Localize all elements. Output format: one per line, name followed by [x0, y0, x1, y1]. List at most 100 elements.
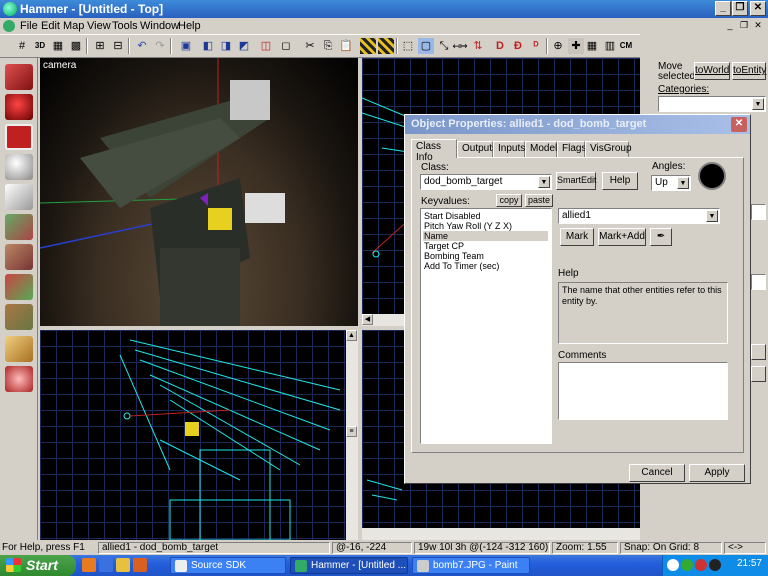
menu-view[interactable]: View [87, 20, 111, 32]
task-paint[interactable]: bomb7.JPG - Paint [412, 557, 530, 574]
redo-icon[interactable]: ↷ [152, 38, 168, 54]
copy-button[interactable]: copy [496, 194, 522, 207]
keyvalue-row[interactable]: Bombing Team [423, 251, 548, 261]
tab-flags[interactable]: Flags [557, 141, 586, 157]
mark-button[interactable]: Mark [560, 228, 594, 246]
tab-model[interactable]: Model [525, 141, 557, 157]
folder-icon[interactable] [116, 558, 130, 572]
undo-icon[interactable]: ↶ [134, 38, 150, 54]
scroll-up-button[interactable]: ▲ [346, 330, 357, 341]
task-source-sdk[interactable]: Source SDK [170, 557, 286, 574]
camera-tool-icon[interactable] [5, 124, 33, 150]
group-icon[interactable]: ⊟ [110, 38, 126, 54]
grid-smaller-icon[interactable]: ▦ [50, 38, 66, 54]
front-viewport[interactable]: ▲ ≡ [40, 330, 358, 540]
mark-add-button[interactable]: Mark+Add [598, 228, 646, 246]
tab-visgroup[interactable]: VisGroup [585, 141, 632, 157]
firefox-icon[interactable] [82, 558, 96, 572]
document-icon[interactable] [3, 20, 15, 32]
angles-combo[interactable]: Up ▼ [651, 175, 691, 191]
keyvalue-row[interactable]: Target CP [423, 241, 548, 251]
value-combo[interactable]: allied1 ▼ [558, 208, 720, 224]
object-combo[interactable] [751, 204, 766, 220]
toggle-scale-lock-icon[interactable] [378, 38, 394, 54]
cancel-button[interactable]: Cancel [629, 464, 685, 482]
menu-help[interactable]: Help [178, 20, 201, 32]
copy-icon[interactable]: ⎘ [320, 38, 336, 54]
hammer-app-icon[interactable] [3, 2, 17, 16]
menu-edit[interactable]: Edit [41, 20, 60, 32]
tray-security-icon[interactable] [695, 559, 707, 571]
class-combo[interactable] [751, 274, 766, 290]
cursor-select-icon[interactable]: ▢ [418, 38, 434, 54]
app-icon[interactable] [133, 558, 147, 572]
start-button[interactable]: Start [0, 555, 76, 576]
display-models-icon[interactable]: ⊕ [550, 38, 566, 54]
3d-grid-icon[interactable]: 3D [32, 38, 48, 54]
close-button[interactable]: ✕ [750, 1, 766, 16]
paste-icon[interactable]: 📋 [338, 38, 354, 54]
menu-window[interactable]: Window [140, 20, 179, 32]
tray-network-icon[interactable] [681, 559, 693, 571]
display-origin-icon[interactable]: ✚ [568, 38, 584, 54]
flip-vertical-icon[interactable]: ⇅ [470, 38, 486, 54]
texture-tool-icon[interactable] [5, 214, 33, 240]
selection-tool-icon[interactable]: ⬚ [400, 38, 416, 54]
keyvalues-list[interactable]: Start Disabled Pitch Yaw Roll (Y Z X) Na… [420, 208, 552, 444]
mdi-close-button[interactable]: ✕ [751, 20, 765, 32]
random-side-button[interactable] [751, 366, 766, 382]
paste-button[interactable]: paste [525, 194, 553, 207]
eyedropper-icon[interactable]: ✒ [650, 228, 672, 246]
cut-icon[interactable]: ✂ [302, 38, 318, 54]
menu-tools[interactable]: Tools [112, 20, 138, 32]
grid-icon[interactable]: # [14, 38, 30, 54]
toggle-texlock-icon[interactable] [360, 38, 376, 54]
entity-tool-icon[interactable] [5, 154, 33, 180]
browser-icon[interactable] [99, 558, 113, 572]
camera-tool-icon[interactable]: ⤡ [436, 38, 452, 54]
mdi-restore-button[interactable]: ❐ [737, 20, 751, 32]
apply-texture-icon[interactable] [5, 244, 33, 270]
dialog-close-button[interactable]: ✕ [731, 117, 747, 132]
hide-items-icon[interactable]: ◧ [200, 38, 216, 54]
edit-visgroups-icon[interactable]: ◩ [236, 38, 252, 54]
vertex-tool-icon[interactable] [5, 366, 33, 392]
camera-viewport[interactable]: camera [40, 58, 358, 326]
decal-tool-icon[interactable] [5, 274, 33, 300]
show-items-icon[interactable]: ◨ [218, 38, 234, 54]
task-hammer[interactable]: Hammer - [Untitled ... [290, 557, 408, 574]
tab-inputs[interactable]: Inputs [493, 141, 525, 157]
tie-to-entity-icon[interactable]: ◫ [258, 38, 274, 54]
cm-icon[interactable]: CM [618, 38, 634, 54]
to-world-button[interactable]: toWorld [694, 62, 730, 80]
move-to-world-icon[interactable]: ◻ [278, 38, 294, 54]
keyvalue-row-selected[interactable]: Name [423, 231, 548, 241]
mdi-minimize-button[interactable]: _ [723, 20, 737, 32]
carve-icon[interactable]: ⊞ [92, 38, 108, 54]
display-grid-icon[interactable]: ▦ [584, 38, 600, 54]
apply-button[interactable]: Apply [689, 464, 745, 482]
menu-file[interactable]: File [20, 20, 38, 32]
restore-button[interactable]: ❐ [732, 1, 748, 16]
keyvalue-row[interactable]: Start Disabled [423, 211, 548, 221]
keyvalue-row[interactable]: Add To Timer (sec) [423, 261, 548, 271]
vertical-scrollbar[interactable]: ▲ ≡ [346, 330, 358, 540]
toggle-3d-grid-icon[interactable]: ▥ [602, 38, 618, 54]
clip-tool-icon[interactable] [5, 336, 33, 362]
tab-outputs[interactable]: Outputs [457, 141, 497, 157]
cordon-off-icon[interactable]: Ð [510, 38, 526, 54]
to-entity-button[interactable]: toEntity [732, 62, 766, 80]
clock[interactable]: 21:57 [737, 558, 762, 569]
apply-side-button[interactable] [751, 344, 766, 360]
keyvalue-row[interactable]: Pitch Yaw Roll (Y Z X) [423, 221, 548, 231]
comments-field[interactable] [558, 362, 728, 420]
angle-dial[interactable] [698, 162, 726, 190]
categories-combo[interactable]: ▼ [658, 96, 766, 112]
tray-app-icon[interactable] [709, 559, 721, 571]
tab-class-info[interactable]: Class Info [411, 139, 457, 163]
flip-horizontal-icon[interactable]: ↤↦ [452, 38, 468, 54]
scroll-left-button[interactable]: ◀ [362, 314, 373, 325]
texture-lock-icon[interactable]: ▣ [178, 38, 194, 54]
class-combo[interactable]: dod_bomb_target ▼ [420, 174, 552, 190]
tray-shield-icon[interactable] [667, 559, 679, 571]
